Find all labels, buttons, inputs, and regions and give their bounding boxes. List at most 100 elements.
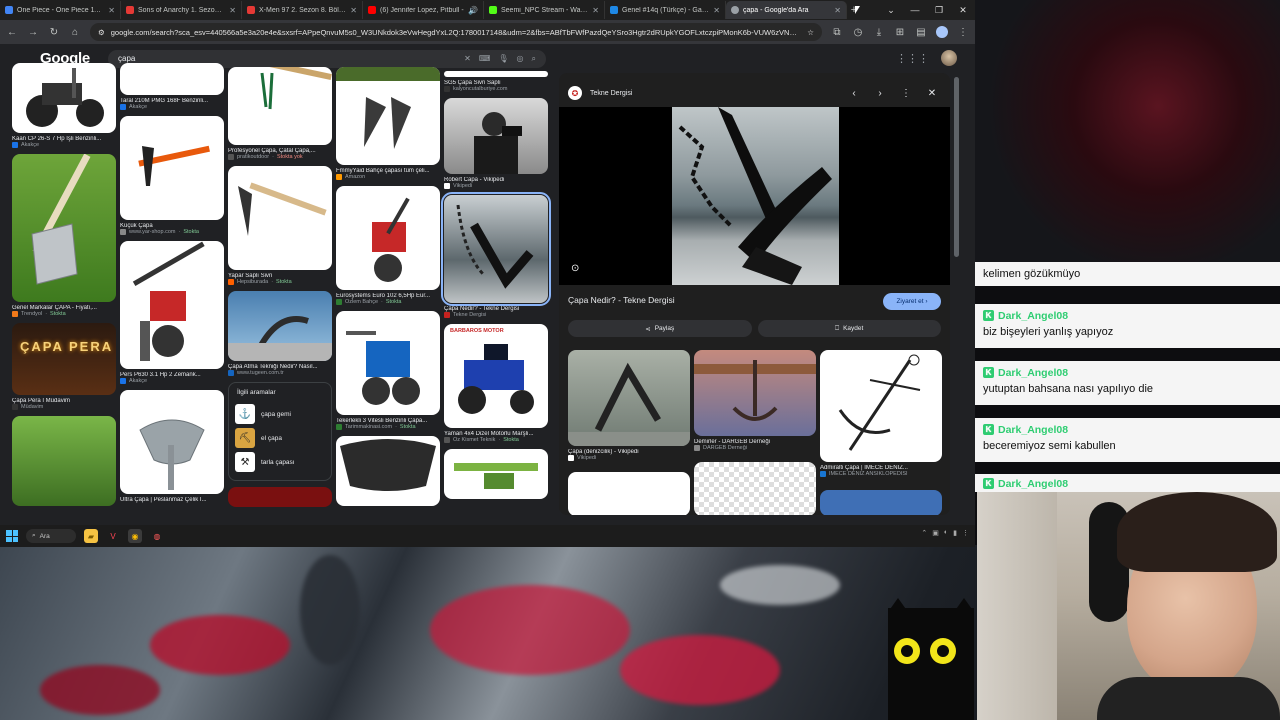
tab-one-piece[interactable]: One Piece - One Piece 1189 - Tü✕ xyxy=(0,1,121,19)
result-image[interactable] xyxy=(120,63,224,95)
related-item[interactable]: ⚓ çapa gemi xyxy=(233,402,327,426)
result-card[interactable]: FmmyYaid Bahçe çapası tüm çeli... Amazon xyxy=(336,67,440,180)
result-image[interactable] xyxy=(228,291,332,361)
related-image[interactable] xyxy=(694,462,816,515)
prev-icon[interactable]: ‹ xyxy=(845,88,863,99)
result-image[interactable] xyxy=(12,63,116,133)
close-icon[interactable]: ✕ xyxy=(592,6,599,15)
speaker-icon[interactable]: 🔊 xyxy=(468,6,478,15)
result-image[interactable] xyxy=(336,186,440,290)
avatar[interactable] xyxy=(941,50,957,66)
result-card-selected[interactable]: Çapa Nedir? - Tekne Dergisi Tekne Dergis… xyxy=(441,192,551,318)
more-options-icon[interactable]: ⋮ xyxy=(897,88,915,99)
result-image[interactable]: BARBAROS MOTOR xyxy=(444,324,548,428)
download-icon[interactable]: ⤓ xyxy=(873,27,885,38)
tray-icon[interactable]: ▣ xyxy=(932,529,939,537)
close-icon[interactable]: ✕ xyxy=(713,6,720,15)
close-icon[interactable]: ✕ xyxy=(108,6,115,15)
result-image[interactable] xyxy=(444,98,548,174)
result-card[interactable] xyxy=(444,449,548,499)
next-icon[interactable]: › xyxy=(871,88,889,99)
save-button[interactable]: ⎕ Kaydet xyxy=(757,320,941,337)
result-card[interactable]: Profesyonel Çapa, Çatal Çapa,... pratiko… xyxy=(228,67,332,160)
result-card[interactable]: Tekerlekli 3 Vitesli Benzinli Çapa... Ta… xyxy=(336,311,440,430)
result-image[interactable] xyxy=(120,116,224,220)
search-icon[interactable]: ⌕ xyxy=(532,54,536,64)
tray-icon[interactable]: ▮ xyxy=(953,529,957,537)
related-image[interactable] xyxy=(694,350,816,436)
windows-start-icon[interactable] xyxy=(6,530,18,542)
history-icon[interactable]: ◷ xyxy=(852,27,864,38)
minimize-button[interactable]: — xyxy=(903,0,927,20)
result-card[interactable]: Küçük Çapa www.yar-shop.com · Stokta xyxy=(120,116,224,235)
related-image[interactable] xyxy=(820,350,942,462)
close-icon[interactable]: ✕ xyxy=(923,88,941,99)
related-image-card[interactable]: Admiralti Çapa | İMECE DENİZ... İMECE DE… xyxy=(820,350,942,477)
close-window-button[interactable]: ✕ xyxy=(951,0,975,20)
related-image-card[interactable]: Çapa (denizcilik) - Vikipedi Vikipedi xyxy=(568,350,690,461)
close-icon[interactable]: ✕ xyxy=(350,6,357,15)
result-card[interactable]: Taral 210M PMG 168F Benzinli... Akakçe xyxy=(120,63,224,110)
related-image-card[interactable] xyxy=(694,462,816,515)
result-card[interactable]: Yapar Saplı Sivri Hepsiburada · Stokta xyxy=(228,166,332,285)
related-image[interactable] xyxy=(820,490,942,515)
file-explorer-icon[interactable]: ▰ xyxy=(84,529,98,543)
result-card[interactable]: BARBAROS MOTOR Yaman 4x4 Dizel Motorlu M… xyxy=(444,324,548,443)
valorant-icon[interactable]: V xyxy=(106,529,120,543)
result-card[interactable]: Eurosystems Euro 102 6,5Hp Eur... Özlem … xyxy=(336,186,440,305)
result-card[interactable]: ÇAPA PERA Çapa Pera I Müdavim Müdavim xyxy=(12,323,116,410)
chrome-icon[interactable]: ◉ xyxy=(128,529,142,543)
keyboard-icon[interactable]: ⌨ xyxy=(479,54,491,63)
related-item[interactable]: ⚒ tarla çapası xyxy=(233,450,327,474)
preview-image[interactable] xyxy=(672,107,839,285)
result-card[interactable]: Robert Capa - Vikipedi Vikipedi xyxy=(444,98,548,189)
related-image-card[interactable]: Demirler - DARGEB Derneği DARGEB Derneği xyxy=(694,350,816,451)
lens-search-icon[interactable]: ⊙ xyxy=(571,263,579,274)
extensions-icon[interactable]: ⧉ xyxy=(831,27,843,38)
home-icon[interactable]: ⌂ xyxy=(69,27,81,38)
menu-icon[interactable]: ⋮ xyxy=(957,27,969,38)
forward-icon[interactable]: → xyxy=(27,27,39,38)
site-info-icon[interactable]: ⚙ xyxy=(98,28,105,37)
result-title[interactable]: Ultra Çapa | Peslanmaz Çelik İ... xyxy=(120,497,224,503)
result-card[interactable] xyxy=(336,436,440,506)
tray-icon[interactable]: ⌃ xyxy=(921,529,927,537)
address-bar[interactable]: ⚙ google.com/search?sca_esv=440566a5e3a2… xyxy=(90,23,822,41)
tab-gartic[interactable]: Genel #14q (Türkçe) - Gartic.io ✕ xyxy=(605,1,726,19)
lens-icon[interactable]: ◎ xyxy=(517,54,524,63)
related-item[interactable]: ⛏ el çapa xyxy=(233,426,327,450)
result-image[interactable] xyxy=(12,416,116,506)
result-card[interactable]: Ultra Çapa | Peslanmaz Çelik İ... xyxy=(120,390,224,503)
profile-avatar[interactable] xyxy=(936,26,948,38)
tab-google-search[interactable]: çapa - Google'da Ara ✕ xyxy=(726,1,847,19)
taskbar-search[interactable]: ⌕ Ara xyxy=(26,529,76,543)
result-card[interactable]: SG5 Çapa Sivri Saplı kalyoncutalburiye.c… xyxy=(444,71,548,92)
back-icon[interactable]: ← xyxy=(6,27,18,38)
result-card[interactable]: Kaan CP 26-S 7 Hp İşli Benzinli... Akakç… xyxy=(12,63,116,148)
result-image[interactable] xyxy=(228,67,332,145)
result-image[interactable] xyxy=(336,436,440,506)
tab-youtube[interactable]: (6) Jennifer Lopez, Pitbull - 🔊 xyxy=(363,1,484,19)
bookmark-star-icon[interactable]: ☆ xyxy=(807,28,814,37)
apps-grid-icon[interactable]: ⋮⋮⋮ xyxy=(896,52,929,65)
result-card[interactable] xyxy=(228,487,332,507)
related-image[interactable] xyxy=(568,350,690,446)
preview-image-area[interactable]: ⊙ xyxy=(559,107,950,285)
result-image[interactable] xyxy=(336,67,440,165)
reload-icon[interactable]: ↻ xyxy=(48,27,60,38)
result-card[interactable]: Çapa Atma Tekniği Nedir? Nasıl... www.tu… xyxy=(228,291,332,376)
close-icon[interactable]: ✕ xyxy=(229,6,236,15)
tab-x-men[interactable]: X-Men 97 2. Sezon 8. Bölüm izle ✕ xyxy=(242,1,363,19)
tray-icon[interactable]: ◐ xyxy=(944,529,948,537)
result-card[interactable]: Pers P630 3.1 Hp 2 Zemank... Akakçe xyxy=(120,241,224,384)
close-icon[interactable]: ✕ xyxy=(834,6,841,15)
related-image[interactable] xyxy=(568,472,690,515)
clear-icon[interactable]: ✕ xyxy=(464,54,471,63)
page-scrollbar[interactable] xyxy=(953,73,960,513)
tab-sons-of-anarchy[interactable]: Sons of Anarchy 1. Sezon 1. Bölü ✕ xyxy=(121,1,242,19)
visit-button[interactable]: Ziyaret et › xyxy=(883,293,941,310)
result-image[interactable] xyxy=(444,449,548,499)
tray-icon[interactable]: ⋮ xyxy=(962,529,969,537)
puzzle-icon[interactable]: ⊞ xyxy=(894,27,906,38)
sidepanel-icon[interactable]: ▤ xyxy=(915,27,927,38)
